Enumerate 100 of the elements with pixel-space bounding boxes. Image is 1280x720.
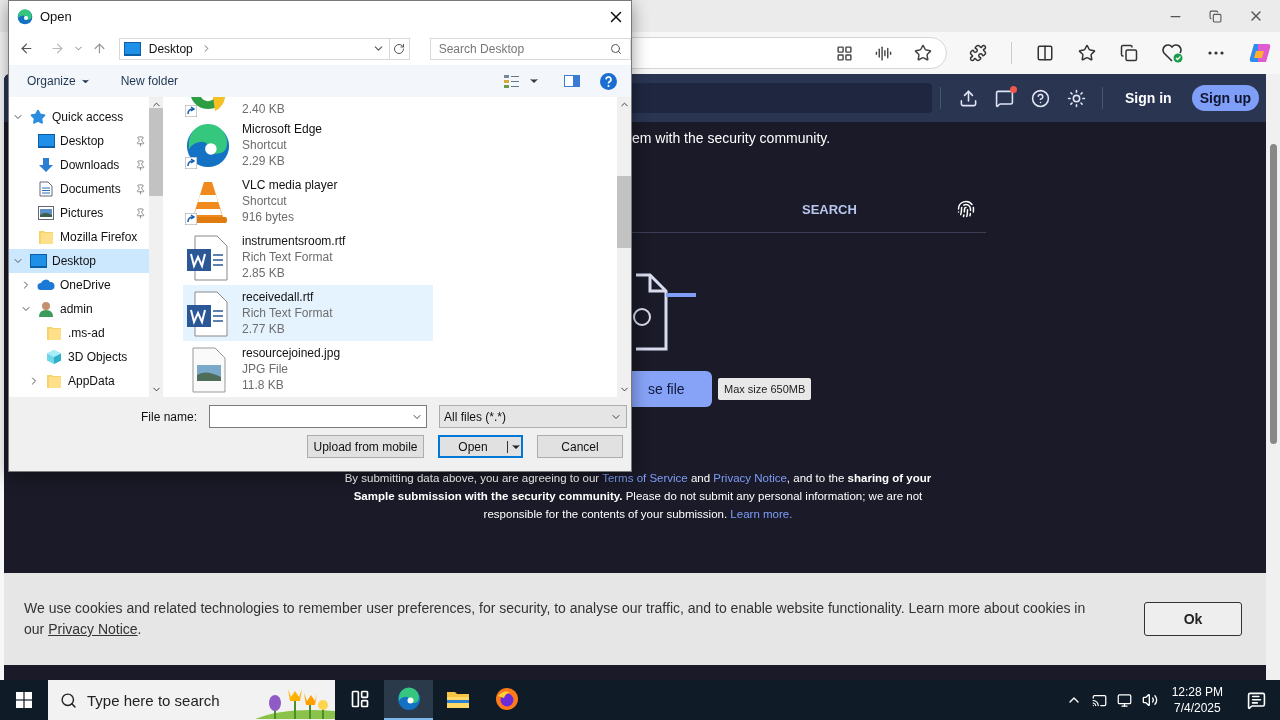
tree-item[interactable]: Documents (9, 177, 149, 201)
field-label: File name: (139, 409, 197, 424)
tooltip: Max size 650MB (718, 378, 812, 400)
download-icon (38, 157, 54, 173)
favorite-star-icon[interactable] (914, 44, 932, 62)
tree-item[interactable]: Downloads (9, 153, 149, 177)
search-icon (610, 42, 622, 55)
desktop-icon (123, 41, 141, 56)
disclaimer-text: By submitting data above, you are agreeing to our Terms of Service and Privacy Notice, and to the sharing of your Sample submission with the security community. Please do not submit any personal information; we are not responsible for the contents of your submission. Learn more. (343, 471, 933, 522)
heart-pulse-icon[interactable] (1162, 43, 1184, 63)
word-document-icon (185, 291, 229, 337)
file-item[interactable]: receivedall.rtf Rich Text Format 2.77 KB (183, 285, 433, 341)
help-icon[interactable] (1031, 88, 1050, 108)
taskbar-search[interactable]: Type here to search (48, 680, 335, 720)
privacy-link[interactable]: Privacy Notice (48, 621, 138, 637)
edge-icon (185, 123, 231, 169)
cookie-text: We use cookies and related technologies to remember user preferences, for security, to analyse our traffic, and to enable website functionality. Learn more about cookies in our Privacy Notice. (24, 599, 1087, 639)
favorites-icon[interactable] (1078, 44, 1096, 62)
restore-icon[interactable] (1209, 9, 1222, 23)
tree-item[interactable]: 3D Objects (9, 345, 149, 369)
ok-button[interactable]: Ok (1144, 602, 1242, 636)
task-view-icon[interactable] (349, 689, 370, 709)
device-icon[interactable] (1091, 692, 1107, 708)
folder-icon[interactable] (445, 689, 470, 709)
cloud-icon (37, 279, 55, 291)
scrollbar[interactable] (149, 97, 163, 397)
help-icon[interactable] (600, 72, 617, 90)
path-field[interactable]: Desktop (118, 37, 390, 60)
more-icon[interactable] (1208, 51, 1224, 55)
folder-icon (46, 325, 62, 341)
app-add-icon[interactable] (836, 44, 853, 62)
link[interactable]: Terms of Service (602, 472, 688, 484)
intro-text: em with the security community. (632, 130, 832, 146)
tree-item[interactable]: admin (9, 297, 149, 321)
desktop-icon (37, 134, 55, 148)
tree-item[interactable]: AppData (9, 369, 149, 393)
file-item[interactable]: resourcejoined.jpg JPG File 11.8 KB (183, 341, 433, 397)
edge-icon[interactable] (396, 687, 421, 711)
refresh-button[interactable] (389, 37, 410, 60)
clock[interactable]: 12:28 PM 7/4/2025 (1171, 684, 1223, 716)
file-item[interactable]: instrumentsroom.rtf Rich Text Format 2.85 KB (183, 229, 433, 285)
upload-icon[interactable] (959, 88, 978, 108)
tree-item[interactable]: Quick access (9, 105, 149, 129)
scrollbar-thumb[interactable] (1269, 144, 1277, 444)
word-document-icon (185, 235, 229, 281)
sign-up-button[interactable]: Sign up (1191, 85, 1259, 111)
tree-item[interactable]: Mozilla Firefox (9, 225, 149, 249)
pictures-icon (38, 206, 54, 220)
scrollbar[interactable] (1266, 74, 1280, 680)
user-icon (39, 301, 53, 317)
search-tab[interactable]: SEARCH (802, 201, 857, 217)
preview-pane-icon[interactable] (564, 75, 580, 87)
collections-icon[interactable] (1120, 44, 1138, 62)
scrollbar-thumb[interactable] (149, 108, 163, 196)
scrollbar-thumb[interactable] (617, 176, 631, 248)
new-folder-button[interactable]: New folder (120, 74, 179, 88)
scrollbar[interactable] (617, 97, 631, 397)
notifications-icon[interactable] (1247, 690, 1266, 710)
link[interactable]: Privacy Notice (713, 472, 787, 484)
up-icon[interactable] (91, 41, 107, 56)
cube-icon (46, 349, 62, 365)
document-icon (39, 181, 53, 197)
fingerprint-icon[interactable] (956, 200, 975, 218)
file-fingerprint-icon (632, 273, 696, 353)
link[interactable]: Learn more. (730, 508, 793, 520)
split-screen-icon[interactable] (1036, 44, 1054, 62)
tree-item[interactable]: OneDrive (9, 273, 149, 297)
file-item[interactable]: Microsoft Edge Shortcut 2.29 KB (183, 117, 433, 173)
file-type-select[interactable]: All files (*.*) (439, 405, 627, 428)
desktop-icon (29, 254, 47, 268)
extensions-icon[interactable] (969, 44, 987, 62)
windows-icon[interactable] (16, 692, 32, 708)
tree-item[interactable]: Desktop (9, 249, 149, 273)
tree-item[interactable]: Desktop (9, 129, 149, 153)
firefox-icon[interactable] (494, 687, 519, 711)
search-icon (60, 691, 77, 709)
upload-from-mobile-button[interactable]: Upload from mobile (307, 435, 424, 458)
file-name-field[interactable] (209, 405, 427, 428)
theme-icon[interactable] (1067, 88, 1086, 108)
choose-file-button[interactable]: se file (632, 371, 712, 407)
folder-icon (38, 229, 54, 245)
dialog-title: Open (40, 9, 73, 24)
volume-icon[interactable] (1141, 692, 1158, 708)
tree-item[interactable]: Pictures (9, 201, 149, 225)
file-item[interactable]: 2.40 KB (183, 97, 433, 117)
chat-icon[interactable] (995, 88, 1014, 108)
organize-button[interactable]: Organize (27, 74, 91, 88)
tree-item[interactable]: .ms-ad (9, 321, 149, 345)
caret-icon[interactable] (507, 440, 522, 453)
refresh-icon (393, 42, 406, 55)
copilot-icon[interactable] (1248, 41, 1272, 65)
network-icon[interactable] (1116, 692, 1132, 708)
open-button[interactable]: Open (438, 435, 523, 458)
back-icon[interactable] (19, 41, 34, 56)
cancel-button[interactable]: Cancel (537, 435, 623, 458)
file-item[interactable]: VLC media player Shortcut 916 bytes (183, 173, 433, 229)
edge-icon (17, 8, 33, 25)
search-field[interactable]: Search Desktop (429, 37, 631, 60)
view-options-icon[interactable] (504, 74, 520, 88)
sign-in-link[interactable]: Sign in (1125, 90, 1172, 106)
